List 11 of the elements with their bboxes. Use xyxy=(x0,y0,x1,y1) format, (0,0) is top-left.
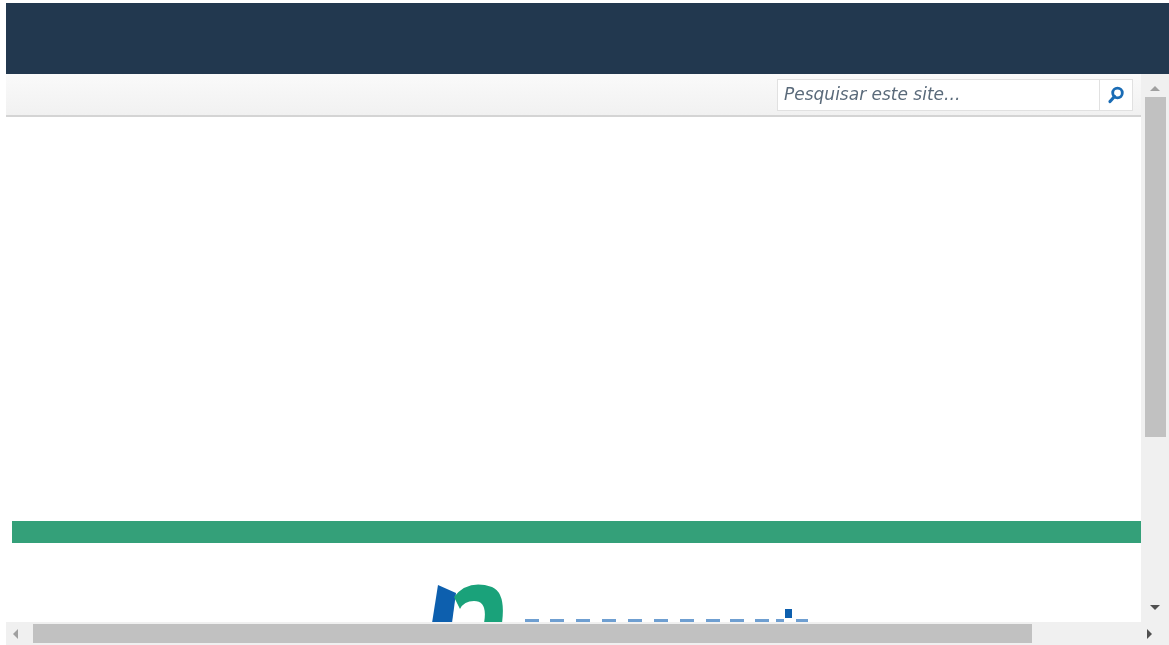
vertical-scrollbar[interactable] xyxy=(1141,74,1169,622)
scroll-down-icon[interactable] xyxy=(1149,604,1161,612)
scroll-right-icon[interactable] xyxy=(1146,627,1154,640)
scrollbar-thumb[interactable] xyxy=(33,624,1032,643)
horizontal-scrollbar[interactable] xyxy=(6,622,1169,645)
scrollbar-thumb[interactable] xyxy=(1144,97,1166,437)
scroll-left-icon[interactable] xyxy=(11,627,19,640)
scroll-up-icon[interactable] xyxy=(1149,84,1161,92)
search-button[interactable] xyxy=(1099,78,1133,111)
search-field[interactable]: Pesquisar este site... xyxy=(777,78,1099,111)
search-icon xyxy=(1107,85,1125,104)
